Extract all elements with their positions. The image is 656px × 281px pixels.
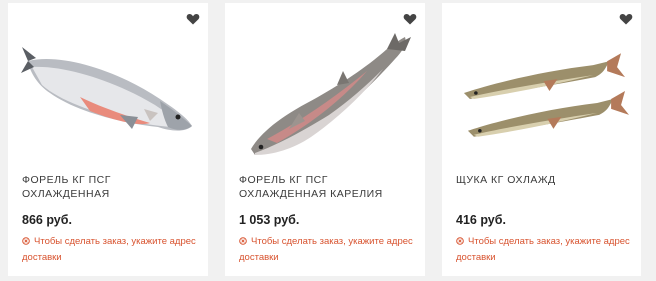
delivery-notice: Чтобы сделать заказ, укажите адрес доста…	[456, 234, 633, 265]
product-price: 1 053 руб.	[239, 213, 300, 227]
info-circle-icon	[456, 237, 464, 245]
heart-icon[interactable]	[619, 12, 633, 26]
product-price: 416 руб.	[456, 213, 506, 227]
product-image[interactable]	[20, 31, 196, 161]
product-card[interactable]: ФОРЕЛЬ КГ ПСГ ОХЛАЖДЕННАЯ 866 руб. Чтобы…	[8, 3, 208, 276]
info-circle-icon	[239, 237, 247, 245]
heart-icon[interactable]	[403, 12, 417, 26]
delivery-notice-text: Чтобы сделать заказ, укажите адрес доста…	[22, 236, 196, 263]
product-name[interactable]: ФОРЕЛЬ КГ ПСГ ОХЛАЖДЕННАЯ КАРЕЛИЯ	[239, 173, 415, 201]
delivery-notice-text: Чтобы сделать заказ, укажите адрес доста…	[239, 236, 413, 263]
delivery-notice: Чтобы сделать заказ, укажите адрес доста…	[239, 234, 417, 265]
product-card[interactable]: ФОРЕЛЬ КГ ПСГ ОХЛАЖДЕННАЯ КАРЕЛИЯ 1 053 …	[225, 3, 425, 276]
product-name[interactable]: ЩУКА КГ ОХЛАЖД	[456, 173, 631, 187]
delivery-notice-text: Чтобы сделать заказ, укажите адрес доста…	[456, 236, 630, 263]
product-name[interactable]: ФОРЕЛЬ КГ ПСГ ОХЛАЖДЕННАЯ	[22, 173, 198, 201]
product-image[interactable]	[454, 31, 629, 161]
product-card[interactable]: ЩУКА КГ ОХЛАЖД 416 руб. Чтобы сделать за…	[442, 3, 641, 276]
info-circle-icon	[22, 237, 30, 245]
delivery-notice: Чтобы сделать заказ, укажите адрес доста…	[22, 234, 200, 265]
heart-icon[interactable]	[186, 12, 200, 26]
product-price: 866 руб.	[22, 213, 72, 227]
product-image[interactable]	[237, 31, 413, 161]
